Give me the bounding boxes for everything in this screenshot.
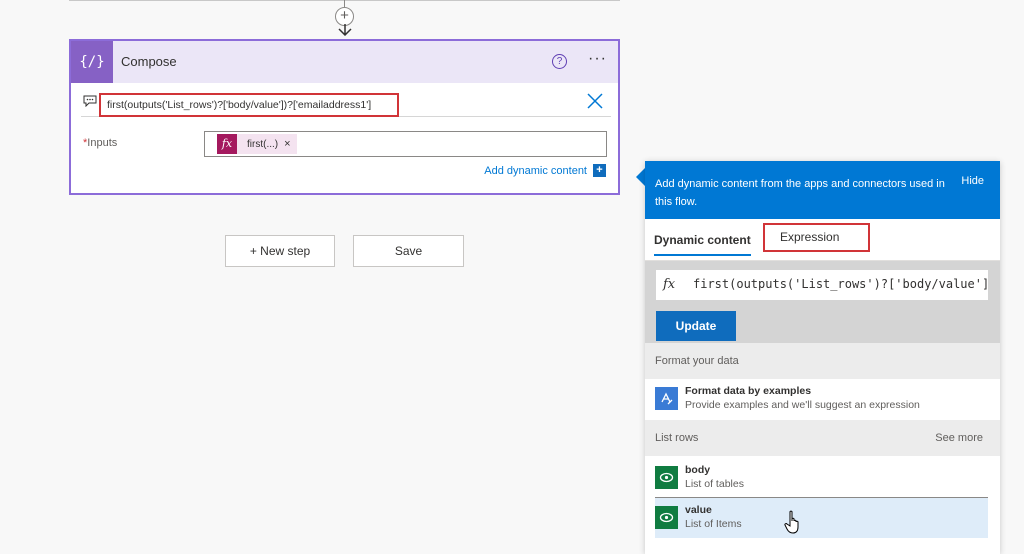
inputs-field[interactable]: fx first(...) × — [204, 131, 607, 157]
expression-token[interactable]: fx first(...) × — [217, 134, 297, 154]
item-subtitle: Provide examples and we'll suggest an ex… — [685, 399, 920, 411]
list-item-body[interactable]: body List of tables — [655, 458, 988, 498]
expression-preview-row: first(outputs('List_rows')?['body/value'… — [81, 87, 611, 117]
remove-token-button[interactable]: × — [284, 138, 296, 150]
list-item-format-data[interactable]: Format data by examples Provide examples… — [655, 379, 988, 419]
hand-cursor-icon — [784, 510, 799, 534]
compose-card: {/} Compose ? ··· first(outputs('List_ro… — [69, 39, 620, 195]
compose-title: Compose — [121, 54, 177, 69]
help-icon[interactable]: ? — [552, 54, 567, 69]
token-label: first(...) — [247, 138, 279, 150]
compose-card-header[interactable]: {/} Compose ? ··· — [71, 41, 618, 83]
new-step-button[interactable]: + New step — [225, 235, 335, 267]
item-subtitle: List of tables — [685, 478, 744, 490]
section-label: Format your data — [655, 355, 739, 367]
item-title: value — [685, 504, 712, 516]
tab-expression[interactable]: Expression — [763, 223, 870, 252]
dataverse-icon — [655, 466, 678, 489]
list-item-value[interactable]: value List of Items — [655, 498, 988, 538]
expression-editor-area: fx first(outputs('List_rows')?['body/val… — [645, 261, 1000, 343]
panel-header: Add dynamic content from the apps and co… — [645, 161, 1000, 219]
section-label: List rows — [655, 432, 699, 444]
see-more-link[interactable]: See more — [935, 432, 983, 444]
comment-icon — [83, 95, 97, 107]
update-button[interactable]: Update — [656, 311, 736, 341]
panel-header-text: Add dynamic content from the apps and co… — [655, 178, 945, 208]
add-dynamic-content-label: Add dynamic content — [484, 164, 587, 177]
panel-pointer — [636, 168, 645, 186]
item-subtitle: List of Items — [685, 518, 742, 530]
format-data-icon — [655, 387, 678, 410]
fx-icon: fx — [663, 277, 676, 292]
tab-dynamic-content[interactable]: Dynamic content — [654, 233, 751, 256]
dataverse-icon — [655, 506, 678, 529]
hide-button[interactable]: Hide — [961, 175, 984, 187]
section-header-list-rows: List rows See more — [645, 420, 1000, 456]
save-button[interactable]: Save — [353, 235, 464, 267]
dynamic-content-panel: Add dynamic content from the apps and co… — [645, 161, 1000, 554]
inputs-label: *Inputs — [83, 137, 117, 149]
item-title: body — [685, 464, 711, 476]
close-icon[interactable] — [586, 92, 604, 110]
arrow-down-icon — [338, 24, 352, 36]
compose-icon: {/} — [71, 41, 113, 83]
expression-code: first(outputs('List_rows')?['body/value'… — [693, 277, 988, 291]
inputs-label-text: Inputs — [87, 137, 118, 149]
add-dynamic-content-icon: + — [593, 164, 606, 177]
section-header-format-data: Format your data — [645, 343, 1000, 379]
expression-preview: first(outputs('List_rows')?['body/value'… — [99, 93, 399, 117]
panel-tabs: Dynamic content Expression — [645, 219, 1000, 261]
add-dynamic-content-link[interactable]: Add dynamic content + — [484, 164, 606, 177]
more-options-icon[interactable]: ··· — [588, 50, 607, 68]
expression-input[interactable]: fx first(outputs('List_rows')?['body/val… — [656, 270, 988, 300]
fx-icon: fx — [217, 134, 237, 154]
item-title: Format data by examples — [685, 385, 812, 397]
